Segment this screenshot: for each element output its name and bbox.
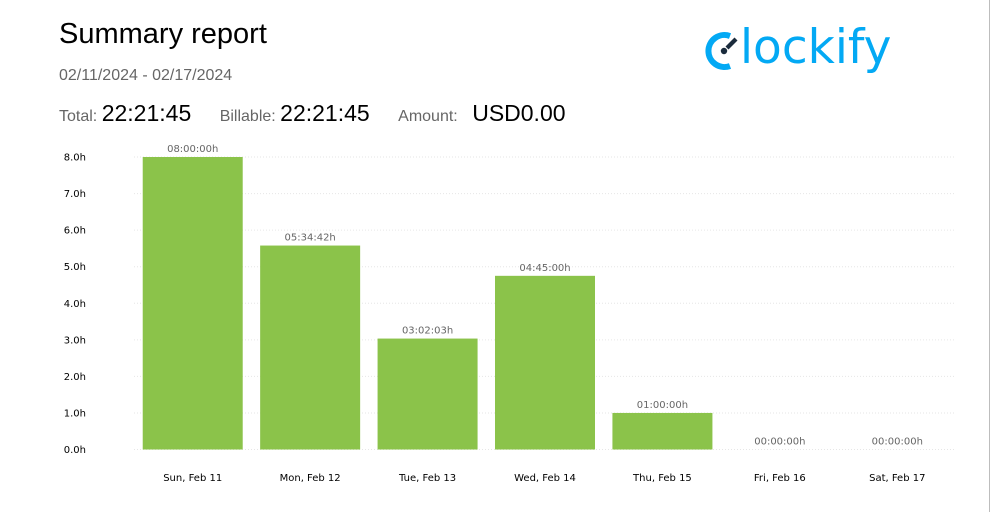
bar-data-label: 05:34:42h — [285, 233, 336, 244]
y-tick-label: 6.0h — [64, 226, 86, 237]
chart-x-axis: Sun, Feb 11 Mon, Feb 12 Tue, Feb 13 Wed, Fe… — [163, 473, 925, 484]
y-tick-label: 2.0h — [64, 372, 86, 383]
bar-data-label: 01:00:00h — [637, 400, 688, 411]
y-tick-label: 5.0h — [64, 262, 86, 273]
y-tick-label: 3.0h — [64, 335, 86, 346]
x-tick-label: Thu, Feb 15 — [632, 473, 692, 484]
bar — [377, 338, 478, 450]
x-tick-label: Mon, Feb 12 — [280, 473, 341, 484]
report-page: Summary report 02/11/2024 - 02/17/2024 T… — [0, 0, 991, 512]
bar-data-label: 04:45:00h — [519, 263, 570, 274]
bar-data-label: 00:00:00h — [754, 437, 805, 448]
x-tick-label: Wed, Feb 14 — [514, 473, 576, 484]
y-tick-label: 4.0h — [64, 299, 86, 310]
y-tick-label: 1.0h — [64, 408, 86, 419]
chart-y-axis: 0.0h 1.0h 2.0h 3.0h 4.0h 5.0h 6.0h 7.0h 8.0h — [64, 153, 86, 457]
y-tick-label: 0.0h — [64, 445, 86, 456]
daily-hours-bar-chart: 0.0h 1.0h 2.0h 3.0h 4.0h 5.0h 6.0h 7.0h 8.0h 08:… — [64, 144, 956, 484]
y-tick-label: 8.0h — [64, 153, 86, 164]
x-tick-label: Sat, Feb 17 — [869, 473, 925, 484]
x-tick-label: Fri, Feb 16 — [754, 473, 806, 484]
bar-data-label: 03:02:03h — [402, 326, 453, 337]
bar — [612, 412, 713, 450]
bar-data-label: 08:00:00h — [167, 144, 218, 155]
x-tick-label: Tue, Feb 13 — [398, 473, 456, 484]
x-tick-label: Sun, Feb 11 — [163, 473, 222, 484]
y-tick-label: 7.0h — [64, 189, 86, 200]
bar-data-label: 00:00:00h — [872, 437, 923, 448]
bar — [495, 275, 595, 450]
bar — [260, 245, 361, 450]
bar — [142, 157, 243, 450]
